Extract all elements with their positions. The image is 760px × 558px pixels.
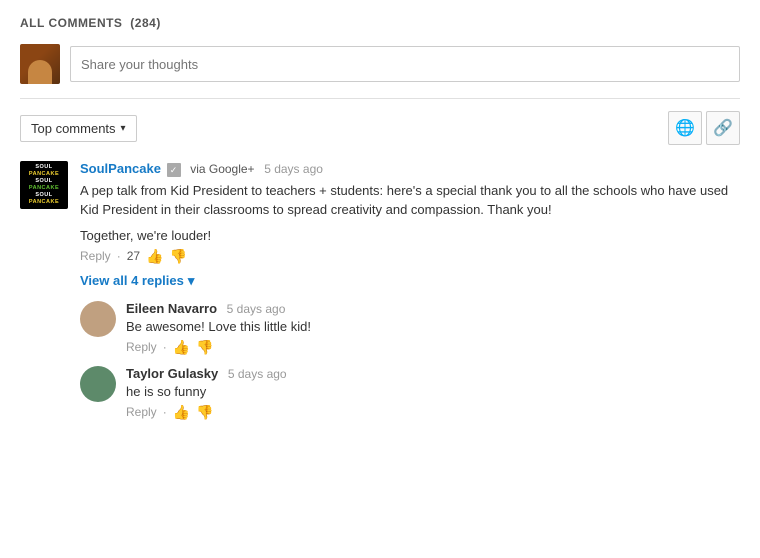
comment-item: SOUL PANCAKE SOUL PANCAKE SOUL PANCAKE S… [20, 161, 740, 263]
comment-time: 5 days ago [264, 162, 323, 176]
sort-row: Top comments ▾ 🌐 🔗 [20, 111, 740, 145]
share-input[interactable] [70, 46, 740, 82]
taylor-avatar [80, 366, 116, 402]
reply-time: 5 days ago [228, 367, 287, 381]
reply-content: Taylor Gulasky 5 days ago he is so funny… [126, 366, 740, 419]
reply-time: 5 days ago [227, 302, 286, 316]
dot-separator: · [163, 405, 167, 419]
chevron-down-icon: ▾ [121, 123, 126, 134]
dot-separator: · [163, 340, 167, 354]
reply-author: Taylor Gulasky [126, 366, 218, 381]
comment-count: (284) [130, 16, 161, 30]
reply-text: Be awesome! Love this little kid! [126, 319, 740, 334]
reply-thumbs-down-icon[interactable]: 👎 [196, 340, 213, 354]
user-avatar [20, 44, 60, 84]
divider [20, 98, 740, 99]
comment-text-main: A pep talk from Kid President to teacher… [80, 181, 740, 220]
thumbs-up-icon[interactable]: 👍 [146, 249, 163, 263]
vote-count: 27 [127, 249, 140, 263]
via-google-text: via Google+ [190, 162, 254, 176]
sort-icons: 🌐 🔗 [668, 111, 740, 145]
comment-input-row [20, 44, 740, 84]
reply-item: Taylor Gulasky 5 days ago he is so funny… [80, 366, 740, 419]
reply-thumbs-up-icon[interactable]: 👍 [173, 405, 190, 419]
reply-actions: Reply · 👍 👎 [126, 340, 740, 354]
reply-content: Eileen Navarro 5 days ago Be awesome! Lo… [126, 301, 740, 354]
view-replies-label: View all 4 replies [80, 273, 184, 288]
reply-thumbs-up-icon[interactable]: 👍 [173, 340, 190, 354]
section-title: ALL COMMENTS (284) [20, 16, 740, 30]
soulpancake-avatar: SOUL PANCAKE SOUL PANCAKE SOUL PANCAKE [20, 161, 68, 209]
thumbs-down-icon[interactable]: 👎 [169, 249, 186, 263]
comment-author[interactable]: SoulPancake [80, 161, 161, 176]
sort-label: Top comments [31, 121, 116, 136]
reply-header: Eileen Navarro 5 days ago [126, 301, 740, 316]
globe-icon-button[interactable]: 🌐 [668, 111, 702, 145]
reply-header: Taylor Gulasky 5 days ago [126, 366, 740, 381]
reply-text: he is so funny [126, 384, 740, 399]
reply-thumbs-down-icon[interactable]: 👎 [196, 405, 213, 419]
replies-chevron-icon: ▾ [188, 273, 195, 289]
reply-author: Eileen Navarro [126, 301, 217, 316]
reply-actions: Reply · 👍 👎 [126, 405, 740, 419]
reply-item: Eileen Navarro 5 days ago Be awesome! Lo… [80, 301, 740, 354]
comment-content: SoulPancake ✓ via Google+ 5 days ago A p… [80, 161, 740, 263]
sort-button[interactable]: Top comments ▾ [20, 115, 137, 142]
globe-icon: 🌐 [675, 118, 695, 138]
verified-icon: ✓ [167, 163, 181, 177]
replies-section: Eileen Navarro 5 days ago Be awesome! Lo… [80, 301, 740, 419]
link-icon: 🔗 [713, 118, 733, 138]
comment-text-secondary: Together, we're louder! [80, 228, 740, 243]
view-all-replies[interactable]: View all 4 replies ▾ [80, 273, 740, 289]
reply-reply-link[interactable]: Reply [126, 340, 157, 354]
comment-header: SoulPancake ✓ via Google+ 5 days ago [80, 161, 740, 177]
reply-link[interactable]: Reply [80, 249, 111, 263]
dot-separator: · [117, 249, 121, 263]
comment-actions: Reply · 27 👍 👎 [80, 249, 740, 263]
section-title-text: ALL COMMENTS [20, 16, 122, 30]
eileen-avatar [80, 301, 116, 337]
reply-reply-link[interactable]: Reply [126, 405, 157, 419]
link-icon-button[interactable]: 🔗 [706, 111, 740, 145]
